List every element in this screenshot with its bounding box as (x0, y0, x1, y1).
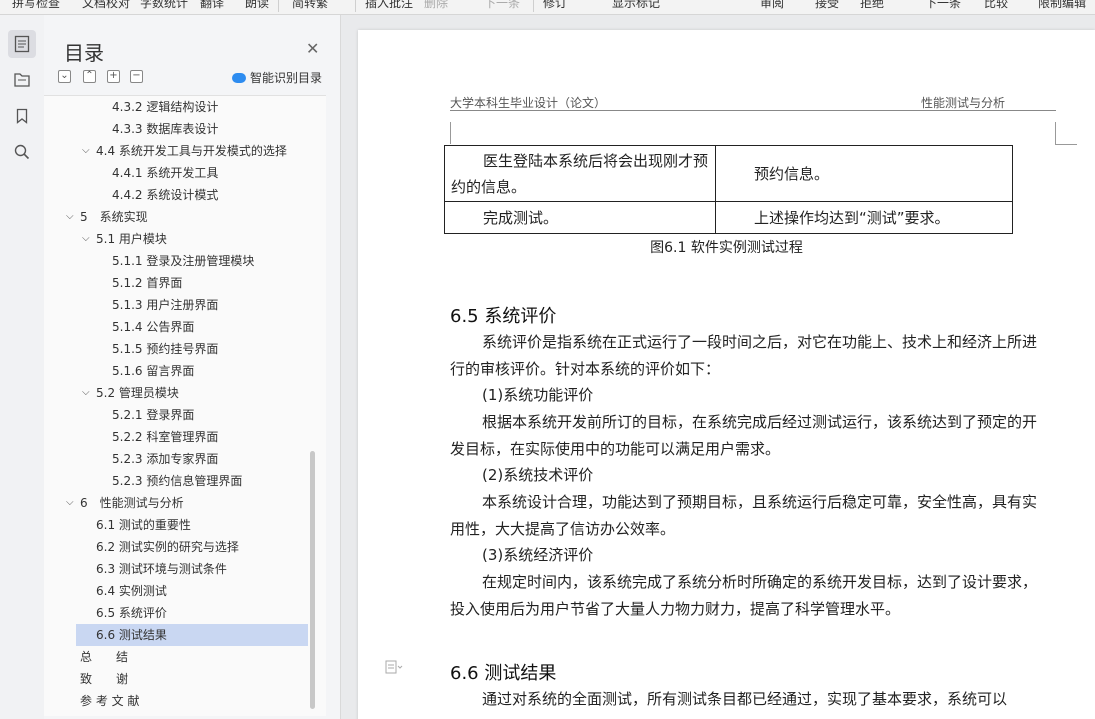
toc-item[interactable]: 4.3.2 逻辑结构设计 (44, 96, 308, 118)
toc-item[interactable]: 5.2.2 科室管理界面 (44, 426, 308, 448)
toc-item[interactable]: ⌵ 5 系统实现 (44, 206, 308, 228)
paragraph: 系统评价是指系统在正式运行了一段时间之后，对它在功能上、技术上和经济上所进行的审… (450, 333, 1038, 378)
toc-item[interactable]: 5.1.1 登录及注册管理模块 (44, 250, 308, 272)
table-cell: 上述操作均达到“测试”要求。 (715, 201, 1013, 234)
add-heading-icon[interactable]: + (107, 70, 120, 83)
expand-up-icon[interactable]: ⌃ (83, 70, 96, 83)
document-area: 大学本科生毕业设计（论文） 性能测试与分析 医生登陆本系统后将会出现刚才预约的信… (341, 15, 1095, 719)
paragraph: (3)系统经济评价 (482, 546, 594, 564)
toc-item[interactable]: ⌵ 5.1 用户模块 (44, 228, 308, 250)
translate-button[interactable]: 翻译 (200, 0, 224, 11)
toc-item[interactable]: 5.2.3 添加专家界面 (44, 448, 308, 470)
page-options-icon[interactable] (385, 660, 403, 677)
toc-item[interactable]: 6.3 测试环境与测试条件 (44, 558, 308, 580)
paragraph: 在规定时间内，该系统完成了系统分析时所确定的系统开发目标，达到了设计要求，投入使… (450, 573, 1038, 618)
side-icon-bar (0, 15, 44, 719)
document-page: 大学本科生毕业设计（论文） 性能测试与分析 医生登陆本系统后将会出现刚才预约的信… (358, 30, 1095, 719)
toc-item[interactable]: 5.1.6 留言界面 (44, 360, 308, 382)
toc-item[interactable]: 致 谢 (44, 668, 308, 690)
section-heading: 6.5 系统评价 (450, 306, 557, 327)
chevron-down-icon[interactable]: ⌵ (82, 382, 90, 404)
smart-toc-label: 智能识别目录 (250, 71, 323, 85)
remove-heading-icon[interactable]: − (130, 70, 143, 83)
toc-item[interactable]: 4.3.3 数据库表设计 (44, 118, 308, 140)
table-cell: 完成测试。 (444, 201, 716, 234)
convert-traditional-button[interactable]: 简转繁 (292, 0, 328, 11)
show-markup-button[interactable]: 显示标记 (612, 0, 660, 11)
close-icon[interactable]: ✕ (306, 39, 319, 58)
table-row: 完成测试。 上述操作均达到“测试”要求。 (444, 201, 1013, 234)
toc-list: 4.3.2 逻辑结构设计 4.3.3 数据库表设计 ⌵ 4.4 系统开发工具与开发… (44, 95, 326, 716)
section-heading: 6.6 测试结果 (450, 663, 557, 684)
delete-comment-button[interactable]: 删除 (424, 0, 448, 11)
test-table: 医生登陆本系统后将会出现刚才预约的信息。 预约信息。 完成测试。 上述操作均达到… (444, 145, 1013, 234)
toc-panel: 目录 ✕ ⌄ ⌃ + − 智能识别目录 4.3.2 逻辑结构设计 4.3.3 数… (44, 15, 341, 719)
chevron-down-icon[interactable]: ⌵ (82, 228, 90, 250)
toc-item[interactable]: 6.5 系统评价 (44, 602, 308, 624)
toc-item-selected[interactable]: 6.6 测试结果 (76, 624, 308, 646)
toc-item[interactable]: 总 结 (44, 646, 308, 668)
navigation-pane-icon[interactable] (8, 66, 36, 94)
page-header-right: 性能测试与分析 (921, 96, 1006, 110)
toc-item[interactable]: 5.1.5 预约挂号界面 (44, 338, 308, 360)
collapse-all-icon[interactable]: ⌄ (58, 70, 71, 83)
paragraph: 本系统设计合理，功能达到了预期目标，且系统运行后稳定可靠，安全性高，具有实用性，… (450, 493, 1038, 538)
ribbon-toolbar: 拼写检查 文档校对 字数统计 翻译 朗读 简转繁 插入批注 删除 下一条 修订 … (0, 0, 1095, 15)
track-changes-button[interactable]: 修订 (543, 0, 567, 11)
table-cell: 预约信息。 (715, 145, 1013, 202)
crop-mark (1055, 144, 1077, 145)
header-rule (450, 110, 1056, 111)
toc-panel-icon[interactable] (8, 30, 36, 58)
chevron-down-icon[interactable]: ⌵ (66, 492, 74, 514)
paragraph: (1)系统功能评价 (482, 386, 594, 404)
bookmark-icon[interactable] (8, 102, 36, 130)
toc-item[interactable]: 6.1 测试的重要性 (44, 514, 308, 536)
table-row: 医生登陆本系统后将会出现刚才预约的信息。 预约信息。 (444, 145, 1013, 202)
toc-item[interactable]: 5.1.2 首界面 (44, 272, 308, 294)
read-aloud-button[interactable]: 朗读 (245, 0, 269, 11)
toc-item[interactable]: 5.1.3 用户注册界面 (44, 294, 308, 316)
chevron-down-icon[interactable]: ⌵ (66, 206, 74, 228)
word-count-button[interactable]: 字数统计 (140, 0, 188, 11)
crop-mark (1055, 122, 1056, 144)
smart-toc-button[interactable]: 智能识别目录 (232, 69, 322, 86)
insert-comment-button[interactable]: 插入批注 (365, 0, 413, 11)
figure-caption: 图6.1 软件实例测试过程 (650, 240, 803, 256)
ai-icon (232, 72, 246, 83)
toc-scrollbar[interactable] (310, 451, 315, 709)
toc-item[interactable]: 4.4.1 系统开发工具 (44, 162, 308, 184)
review-button[interactable]: 审阅 (760, 0, 784, 11)
toc-item[interactable]: 4.4.2 系统设计模式 (44, 184, 308, 206)
paragraph: 通过对系统的全面测试，所有测试条目都已经通过，实现了基本要求，系统可以 (482, 690, 1008, 708)
doc-proofread-button[interactable]: 文档校对 (82, 0, 130, 11)
next-comment-button[interactable]: 下一条 (484, 0, 520, 11)
paragraph: 根据本系统开发前所订的目标，在系统完成后经过测试运行，该系统达到了预定的开发目标… (450, 413, 1038, 458)
toc-item[interactable]: 参 考 文 献 (44, 690, 308, 712)
next-change-button[interactable]: 下一条 (925, 0, 961, 11)
toc-item[interactable]: 5.2.1 登录界面 (44, 404, 308, 426)
toc-item[interactable]: ⌵ 6 性能测试与分析 (44, 492, 308, 514)
table-cell: 医生登陆本系统后将会出现刚才预约的信息。 (444, 145, 716, 202)
toc-item[interactable]: 5.2.3 预约信息管理界面 (44, 470, 308, 492)
search-icon[interactable] (8, 138, 36, 166)
compare-button[interactable]: 比较 (984, 0, 1008, 11)
toc-item[interactable]: ⌵ 4.4 系统开发工具与开发模式的选择 (44, 140, 308, 162)
toc-item[interactable]: 5.1.4 公告界面 (44, 316, 308, 338)
spell-check-button[interactable]: 拼写检查 (12, 0, 60, 11)
toc-title: 目录 (64, 41, 104, 65)
reject-button[interactable]: 拒绝 (860, 0, 884, 11)
crop-mark (450, 122, 451, 144)
toc-item[interactable]: 6.4 实例测试 (44, 580, 308, 602)
toc-item[interactable]: 6.2 测试实例的研究与选择 (44, 536, 308, 558)
chevron-down-icon[interactable]: ⌵ (82, 140, 90, 162)
page-header-left: 大学本科生毕业设计（论文） (450, 96, 607, 110)
toc-item[interactable]: ⌵ 5.2 管理员模块 (44, 382, 308, 404)
restrict-editing-button[interactable]: 限制编辑 (1038, 0, 1086, 11)
paragraph: (2)系统技术评价 (482, 466, 594, 484)
accept-button[interactable]: 接受 (815, 0, 839, 11)
